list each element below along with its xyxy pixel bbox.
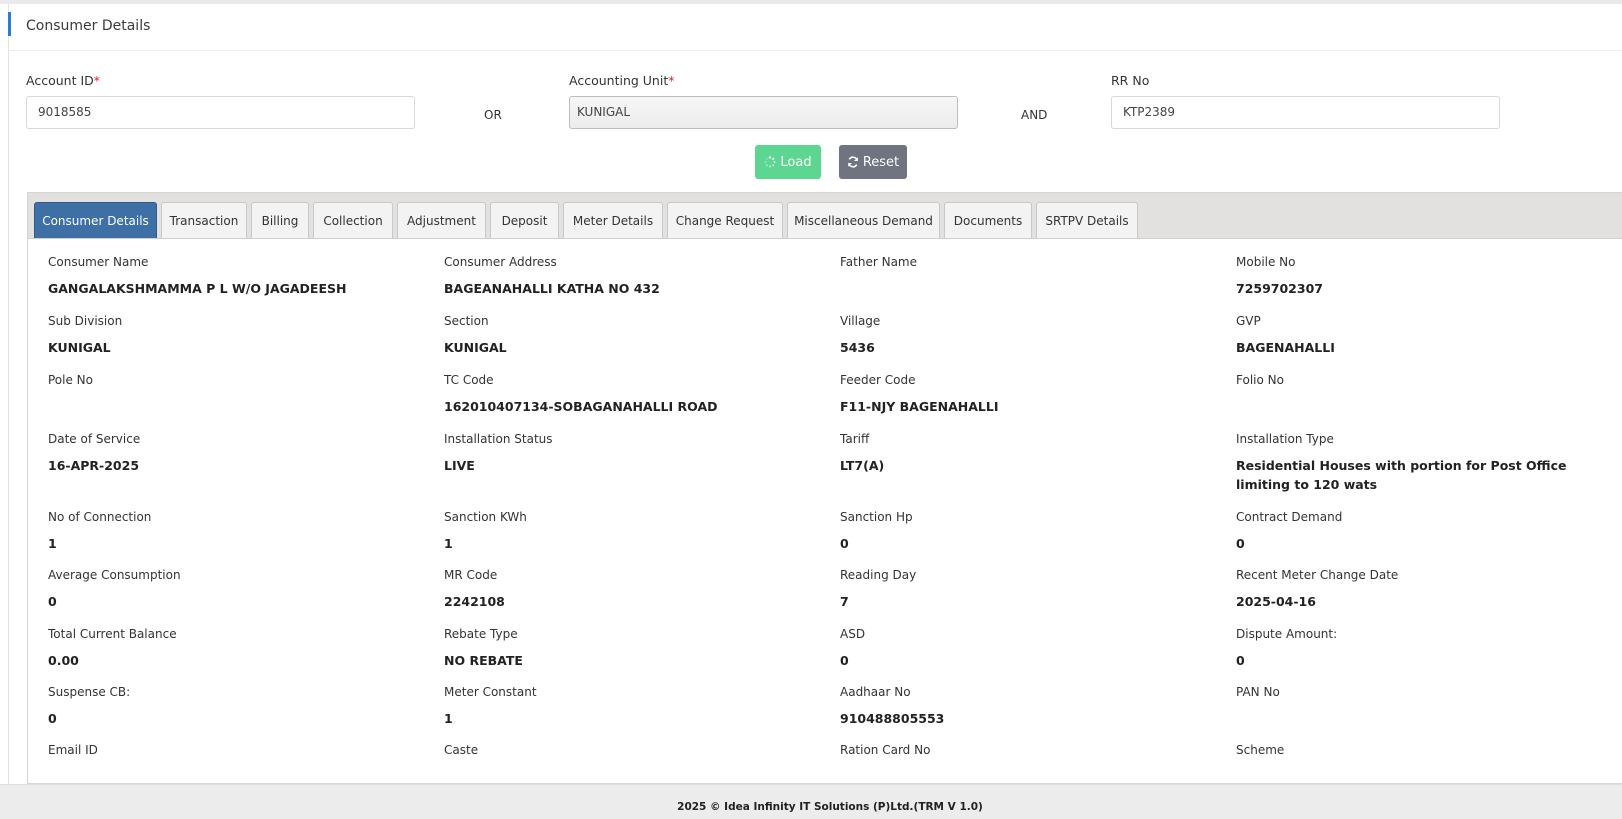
field-ration-card-no: Ration Card No [840,743,931,757]
tab-deposit[interactable]: Deposit [490,202,559,238]
load-button[interactable]: Load [755,145,821,179]
field-date-of-service: Date of Service 16-APR-2025 [48,432,141,473]
field-sub-division: Sub Division KUNIGAL [48,314,123,355]
accounting-unit-label: Accounting Unit* [569,73,675,88]
account-id-input[interactable]: 9018585 [26,96,415,129]
field-reading-day: Reading Day 7 [840,568,917,609]
field-gvp: GVP BAGENAHALLI [1236,314,1335,355]
field-sanction-kwh: Sanction KWh 1 [444,510,527,551]
page-title: Consumer Details [26,18,151,34]
field-sanction-hp: Sanction Hp 0 [840,510,913,551]
field-village: Village 5436 [840,314,881,355]
spinner-icon [764,156,776,168]
rr-no-label: RR No [1111,73,1150,88]
tab-collection[interactable]: Collection [313,202,393,238]
tab-srtpv-details[interactable]: SRTPV Details [1036,202,1138,238]
field-recent-meter-change-date: Recent Meter Change Date 2025-04-16 [1236,568,1399,609]
page-header: Consumer Details [8,8,1622,51]
field-rebate-type: Rebate Type NO REBATE [444,627,523,668]
and-separator: AND [1021,108,1048,122]
reset-button[interactable]: Reset [839,145,907,179]
field-dispute-amount: Dispute Amount: 0 [1236,627,1338,668]
field-asd: ASD 0 [840,627,866,668]
footer-copyright: 2025 © Idea Infinity IT Solutions (P)Ltd… [677,801,983,813]
tab-change-request[interactable]: Change Request [667,202,783,238]
reset-button-label: Reset [862,154,900,170]
field-contract-demand: Contract Demand 0 [1236,510,1343,551]
tab-adjustment[interactable]: Adjustment [397,202,486,238]
field-consumer-name: Consumer Name GANGALAKSHMAMMA P L W/O JAG… [48,255,347,296]
field-folio-no: Folio No [1236,373,1284,387]
field-aadhaar-no: Aadhaar No 910488805553 [840,685,945,726]
top-border [0,0,1622,4]
field-scheme: Scheme [1236,743,1285,757]
field-pole-no: Pole No [48,373,93,387]
field-father-name: Father Name [840,255,917,269]
tab-transaction[interactable]: Transaction [161,202,247,238]
tab-documents[interactable]: Documents [944,202,1032,238]
required-mark: * [93,73,101,88]
account-id-label: Account ID* [26,73,101,88]
field-consumer-address: Consumer Address BAGEANAHALLI KATHA NO 43… [444,255,660,296]
header-accent-bar [8,12,11,36]
accounting-unit-select[interactable]: KUNIGAL [569,96,958,129]
field-meter-constant: Meter Constant 1 [444,685,537,726]
field-tc-code: TC Code 162010407134-SOBAGANAHALLI ROAD [444,373,718,414]
field-suspense-cb: Suspense CB: 0 [48,685,131,726]
field-tariff: Tariff LT7(A) [840,432,885,473]
required-mark: * [668,73,675,88]
field-feeder-code: Feeder Code F11-NJY BAGENAHALLI [840,373,999,414]
field-caste: Caste [444,743,479,757]
tab-bar: Consumer Details Transaction Billing Col… [28,193,1622,239]
load-button-label: Load [780,154,812,170]
field-mobile-no: Mobile No 7259702307 [1236,255,1323,296]
rr-no-input[interactable]: KTP2389 [1111,96,1500,129]
tab-meter-details[interactable]: Meter Details [563,202,663,238]
tab-consumer-details[interactable]: Consumer Details [34,202,157,238]
field-pan-no: PAN No [1236,685,1280,699]
field-section: Section KUNIGAL [444,314,507,355]
field-email-id: Email ID [48,743,98,757]
refresh-icon [848,156,858,168]
tab-miscellaneous-demand[interactable]: Miscellaneous Demand [787,202,940,238]
field-installation-status: Installation Status LIVE [444,432,553,473]
field-total-current-balance: Total Current Balance 0.00 [48,627,177,668]
field-average-consumption: Average Consumption 0 [48,568,181,609]
footer: 2025 © Idea Infinity IT Solutions (P)Ltd… [0,784,1622,819]
or-separator: OR [484,108,502,122]
field-installation-type: Installation Type Residential Houses with… [1236,432,1567,492]
tab-billing[interactable]: Billing [251,202,309,238]
content-left-border [8,4,9,784]
field-mr-code: MR Code 2242108 [444,568,505,609]
field-no-of-connection: No of Connection 1 [48,510,152,551]
